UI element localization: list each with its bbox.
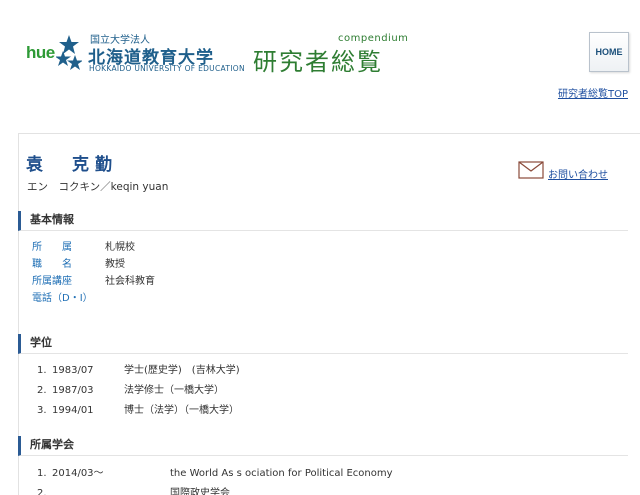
contact-label: お問い合わせ <box>548 170 608 181</box>
item-value: 国際政史学会 <box>170 488 230 495</box>
item-number: 2. <box>37 385 47 396</box>
home-button[interactable]: HOME <box>589 32 629 72</box>
item-date: 2014/03～ <box>52 468 104 479</box>
item-date: 1983/07 <box>52 365 94 376</box>
university-english-name: HOKKAIDO UNIVERSITY OF EDUCATION <box>89 64 245 73</box>
info-value: 札幌校 <box>105 242 135 253</box>
site-title: 研究者総覧 <box>253 48 383 76</box>
info-label: 所属講座 <box>32 276 72 287</box>
list-item: 1. 1983/07 学士(歴史学) (吉林大学) <box>18 361 628 381</box>
item-value: 法学修士（一橋大学） <box>124 385 224 396</box>
societies-section: 所属学会 1. 2014/03～ the World As s ociation… <box>18 436 628 495</box>
directory-top-link[interactable]: 研究者総覧TOP <box>558 85 628 100</box>
researcher-kana-name: エン コクキン／keqin yuan <box>27 181 169 193</box>
info-label: 所 属 <box>32 242 72 253</box>
item-date: 1994/01 <box>52 405 94 416</box>
section-title: 所属学会 <box>18 436 628 456</box>
section-title: 基本情報 <box>18 211 628 231</box>
info-row-position: 職 名 教授 <box>18 256 628 273</box>
list-item: 1. 2014/03～ the World As s ociation for … <box>18 464 628 484</box>
item-value: 学士(歴史学) (吉林大学) <box>124 365 240 376</box>
list-item: 3. 1994/01 博士（法学）（一橋大学） <box>18 401 628 421</box>
item-number: 1. <box>37 365 47 376</box>
envelope-icon <box>518 160 544 179</box>
info-value: 社会科教育 <box>105 276 155 287</box>
item-value: 博士（法学）（一橋大学） <box>124 405 239 416</box>
info-label: 職 名 <box>32 259 72 270</box>
star-logo-icon <box>56 35 82 70</box>
contact-link[interactable]: お問い合わせ <box>518 158 608 181</box>
item-number: 3. <box>37 405 47 416</box>
item-value: the World As s ociation for Political Ec… <box>170 468 393 479</box>
site-header: hue 国立大学法人 北海道教育大学 HOKKAIDO UNIVERSITY O… <box>0 0 640 105</box>
section-title: 学位 <box>18 334 628 354</box>
list-item: 2. 1987/03 法学修士（一橋大学） <box>18 381 628 401</box>
item-number: 1. <box>37 468 47 479</box>
info-label: 電話（D・I） <box>32 293 93 304</box>
info-value: 教授 <box>105 259 125 270</box>
university-logo-text[interactable]: hue <box>26 43 55 63</box>
item-number: 2. <box>37 488 47 495</box>
degrees-section: 学位 1. 1983/07 学士(歴史学) (吉林大学) 2. 1987/03 … <box>18 334 628 421</box>
info-row-affiliation: 所 属 札幌校 <box>18 239 628 256</box>
info-row-phone: 電話（D・I） <box>18 290 628 307</box>
basic-info-section: 基本情報 所 属 札幌校 職 名 教授 所属講座 社会科教育 電話（D・I） <box>18 211 628 307</box>
item-date: 1987/03 <box>52 385 94 396</box>
info-row-department: 所属講座 社会科教育 <box>18 273 628 290</box>
list-item: 2. 国際政史学会 <box>18 484 628 495</box>
researcher-name: 袁 克勤 <box>26 155 118 175</box>
